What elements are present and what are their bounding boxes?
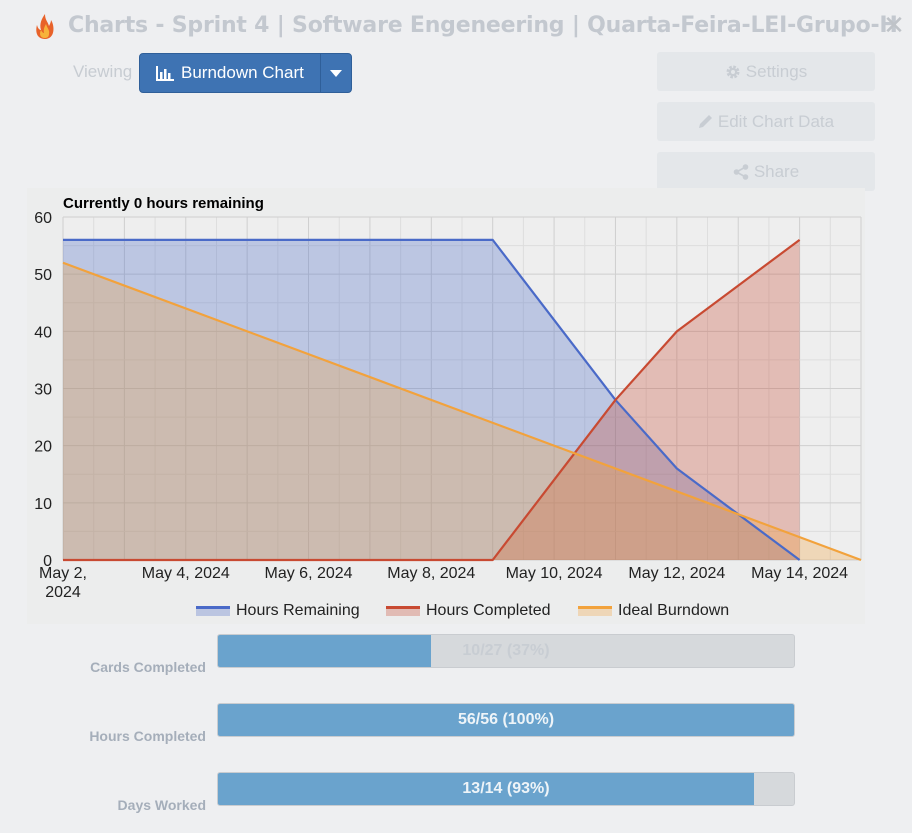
x-tick-label: May 8, 2024 (387, 565, 475, 582)
y-tick-label: 30 (34, 382, 52, 399)
x-tick-label: May 12, 2024 (628, 565, 725, 582)
y-tick-label: 50 (34, 267, 52, 284)
progress-bar: 13/14 (93%) (217, 772, 795, 806)
legend-item[interactable]: Hours Remaining (196, 602, 360, 620)
x-tick-label: May 10, 2024 (506, 565, 603, 582)
chart-legend: Hours Remaining Hours Completed Ideal Burn… (0, 602, 912, 622)
progress-bar: 10/27 (37%) (217, 634, 795, 668)
legend-swatch (196, 606, 230, 616)
progress-text: 13/14 (93%) (462, 780, 550, 797)
x-tick-label: May 6, 2024 (265, 565, 353, 582)
burndown-chart: 0102030405060May 2,2024May 4, 2024 May 6,… (34, 210, 862, 601)
legend-swatch (386, 606, 420, 616)
legend-item[interactable]: Ideal Burndown (578, 602, 729, 620)
x-tick-label: May 4, 2024 (142, 565, 230, 582)
legend-item[interactable]: Hours Completed (386, 602, 551, 620)
x-tick-label: May 2, (39, 565, 87, 582)
progress-text: 10/27 (37%) (462, 642, 550, 659)
y-tick-label: 20 (34, 439, 52, 456)
legend-label: Hours Completed (426, 602, 551, 619)
y-tick-label: 40 (34, 324, 52, 341)
x-tick-label-year: 2024 (45, 584, 81, 601)
y-tick-label: 10 (34, 496, 52, 513)
legend-swatch (578, 606, 612, 616)
legend-label: Hours Remaining (236, 602, 360, 619)
x-tick-label: May 14, 2024 (751, 565, 848, 582)
y-tick-label: 60 (34, 210, 52, 227)
stat-label: Hours Completed (89, 728, 206, 744)
stat-label: Days Worked (117, 797, 206, 813)
progress-bar: 56/56 (100%) (217, 703, 795, 737)
legend-label: Ideal Burndown (618, 602, 730, 619)
stat-label: Cards Completed (90, 659, 206, 675)
progress-text: 56/56 (100%) (457, 711, 555, 728)
